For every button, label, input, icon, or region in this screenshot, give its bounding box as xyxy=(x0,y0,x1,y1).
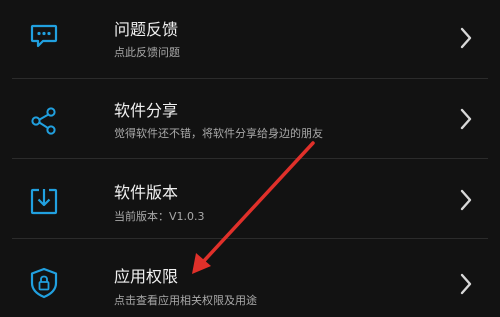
menu-item-title: 软件分享 xyxy=(114,101,179,120)
chevron-right-icon xyxy=(460,189,472,211)
menu-item-subtitle: 当前版本：V1.0.3 xyxy=(114,210,205,223)
shield-lock-icon xyxy=(30,267,58,299)
menu-item-title: 软件版本 xyxy=(114,183,179,202)
menu-item-share[interactable]: 软件分享 觉得软件还不错，将软件分享给身边的朋友 xyxy=(0,79,500,157)
settings-screen: 问题反馈 点此反馈问题 软件分享 觉得软件还不错，将软件分享给身边的朋友 软件版… xyxy=(0,0,500,317)
menu-item-subtitle: 点此反馈问题 xyxy=(114,46,180,59)
menu-item-subtitle: 觉得软件还不错，将软件分享给身边的朋友 xyxy=(114,127,323,140)
download-box-icon xyxy=(30,188,58,215)
settings-menu-list: 问题反馈 点此反馈问题 软件分享 觉得软件还不错，将软件分享给身边的朋友 软件版… xyxy=(0,0,500,317)
chevron-right-icon xyxy=(460,27,472,49)
menu-item-version[interactable]: 软件版本 当前版本：V1.0.3 xyxy=(0,159,500,237)
menu-item-title: 问题反馈 xyxy=(114,20,179,39)
chevron-right-icon xyxy=(460,273,472,295)
menu-item-subtitle: 点击查看应用相关权限及用途 xyxy=(114,294,257,307)
menu-item-title: 应用权限 xyxy=(114,267,179,286)
chevron-right-icon xyxy=(460,108,472,130)
feedback-message-icon xyxy=(30,24,58,48)
share-icon xyxy=(31,107,56,135)
menu-item-feedback[interactable]: 问题反馈 点此反馈问题 xyxy=(0,0,500,78)
menu-item-permissions[interactable]: 应用权限 点击查看应用相关权限及用途 xyxy=(0,239,500,317)
